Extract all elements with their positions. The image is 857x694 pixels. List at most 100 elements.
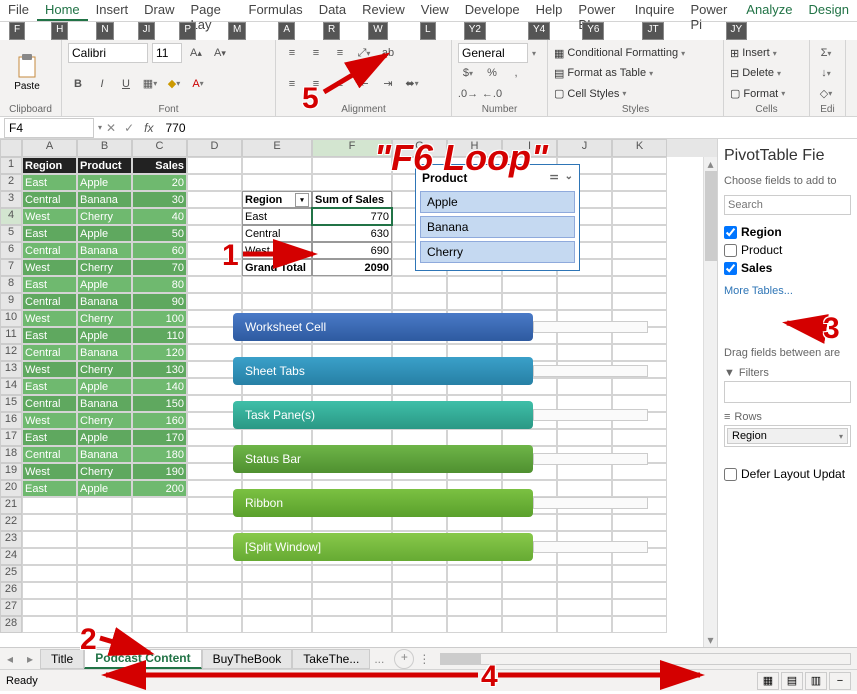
grid[interactable]: 1RegionProductSales2EastApple203CentralB… (0, 157, 717, 633)
cell[interactable]: Central (22, 293, 77, 310)
name-box-dropdown-icon[interactable]: ▾ (98, 123, 102, 132)
row-header[interactable]: 24 (0, 548, 22, 565)
cell[interactable] (312, 174, 392, 191)
view-normal-icon[interactable]: ▦ (757, 672, 779, 690)
cell[interactable] (392, 582, 447, 599)
cell[interactable] (392, 616, 447, 633)
cell[interactable] (447, 599, 502, 616)
cell[interactable]: East (22, 429, 77, 446)
cell[interactable]: 30 (132, 191, 187, 208)
cell[interactable] (392, 565, 447, 582)
cell[interactable] (187, 157, 242, 174)
horizontal-scrollbar[interactable] (440, 653, 851, 665)
hscroll-thumb[interactable] (441, 654, 481, 664)
cell[interactable] (22, 497, 77, 514)
format-cells-button[interactable]: ▢Format▾ (730, 84, 803, 104)
font-name-box[interactable] (68, 43, 148, 63)
row-header[interactable]: 28 (0, 616, 22, 633)
smartart-worksheet-cell[interactable]: Worksheet Cell (233, 313, 648, 341)
align-bottom-icon[interactable]: ≡ (330, 43, 350, 63)
cell[interactable] (612, 599, 667, 616)
cell[interactable]: 770 (312, 208, 392, 225)
cell[interactable] (132, 497, 187, 514)
cancel-icon[interactable]: ✕ (106, 121, 116, 135)
cell[interactable]: 50 (132, 225, 187, 242)
cell[interactable] (187, 242, 242, 259)
cell[interactable] (392, 276, 447, 293)
cell[interactable] (392, 293, 447, 310)
decrease-font-icon[interactable]: A▾ (210, 43, 230, 63)
cell[interactable] (187, 259, 242, 276)
cell[interactable]: 130 (132, 361, 187, 378)
defer-layout-check[interactable]: Defer Layout Updat (724, 467, 851, 481)
paste-button[interactable]: Paste (6, 43, 48, 101)
insert-cells-button[interactable]: ⊞Insert▾ (730, 43, 803, 63)
cell[interactable]: Product (77, 157, 132, 174)
cell[interactable] (242, 174, 312, 191)
cell[interactable]: East (22, 174, 77, 191)
cell[interactable]: East (242, 208, 312, 225)
cell[interactable] (557, 565, 612, 582)
cell[interactable]: Banana (77, 395, 132, 412)
cell[interactable] (77, 565, 132, 582)
row-header[interactable]: 26 (0, 582, 22, 599)
field-checkbox-region[interactable] (724, 226, 737, 239)
col-i[interactable]: I (502, 139, 557, 157)
cell[interactable] (557, 276, 612, 293)
cell[interactable] (502, 616, 557, 633)
cell[interactable] (187, 565, 242, 582)
cell[interactable] (132, 565, 187, 582)
cell[interactable] (22, 599, 77, 616)
cell[interactable]: West (22, 208, 77, 225)
cell[interactable] (22, 565, 77, 582)
defer-checkbox[interactable] (724, 468, 737, 481)
cell[interactable] (502, 565, 557, 582)
col-d[interactable]: D (187, 139, 242, 157)
row-header[interactable]: 17 (0, 429, 22, 446)
comma-icon[interactable]: , (506, 63, 526, 83)
cell-styles-button[interactable]: ▢Cell Styles▾ (554, 84, 717, 104)
cell[interactable] (187, 225, 242, 242)
cell[interactable]: 110 (132, 327, 187, 344)
cell[interactable]: East (22, 378, 77, 395)
tab-power-pivot[interactable]: Power Pi (683, 0, 739, 21)
cell[interactable] (187, 293, 242, 310)
cell[interactable] (447, 565, 502, 582)
cell[interactable] (612, 242, 667, 259)
row-header[interactable]: 10 (0, 310, 22, 327)
cell[interactable]: Banana (77, 242, 132, 259)
cell[interactable]: Apple (77, 276, 132, 293)
cell[interactable]: Banana (77, 293, 132, 310)
cell[interactable] (557, 582, 612, 599)
row-header[interactable]: 16 (0, 412, 22, 429)
smartart-status-bar[interactable]: Status Bar (233, 445, 648, 473)
tab-power-bi[interactable]: Power BI (570, 0, 626, 21)
row-header[interactable]: 7 (0, 259, 22, 276)
cell[interactable] (132, 548, 187, 565)
vertical-scrollbar[interactable]: ▴ ▾ (703, 157, 717, 647)
zoom-out-icon[interactable]: − (829, 672, 851, 690)
cell[interactable]: 200 (132, 480, 187, 497)
tab-insert[interactable]: Insert (88, 0, 137, 21)
row-header[interactable]: 27 (0, 599, 22, 616)
cell[interactable]: 180 (132, 446, 187, 463)
cell[interactable] (612, 616, 667, 633)
tab-view[interactable]: View (413, 0, 457, 21)
cell[interactable] (392, 429, 447, 446)
delete-cells-button[interactable]: ⊟Delete▾ (730, 63, 803, 83)
cell[interactable] (557, 429, 612, 446)
cell[interactable] (242, 429, 312, 446)
row-header[interactable]: 18 (0, 446, 22, 463)
cell[interactable] (22, 531, 77, 548)
font-color-button[interactable]: A▾ (188, 74, 208, 94)
cell[interactable]: East (22, 327, 77, 344)
row-header[interactable]: 8 (0, 276, 22, 293)
row-header[interactable]: 3 (0, 191, 22, 208)
slicer-item-cherry[interactable]: Cherry (420, 241, 575, 263)
cell[interactable]: Central (22, 344, 77, 361)
cell[interactable] (77, 514, 132, 531)
cell[interactable] (612, 582, 667, 599)
cell[interactable]: 690 (312, 242, 392, 259)
bold-button[interactable]: B (68, 74, 88, 94)
row-header[interactable]: 14 (0, 378, 22, 395)
